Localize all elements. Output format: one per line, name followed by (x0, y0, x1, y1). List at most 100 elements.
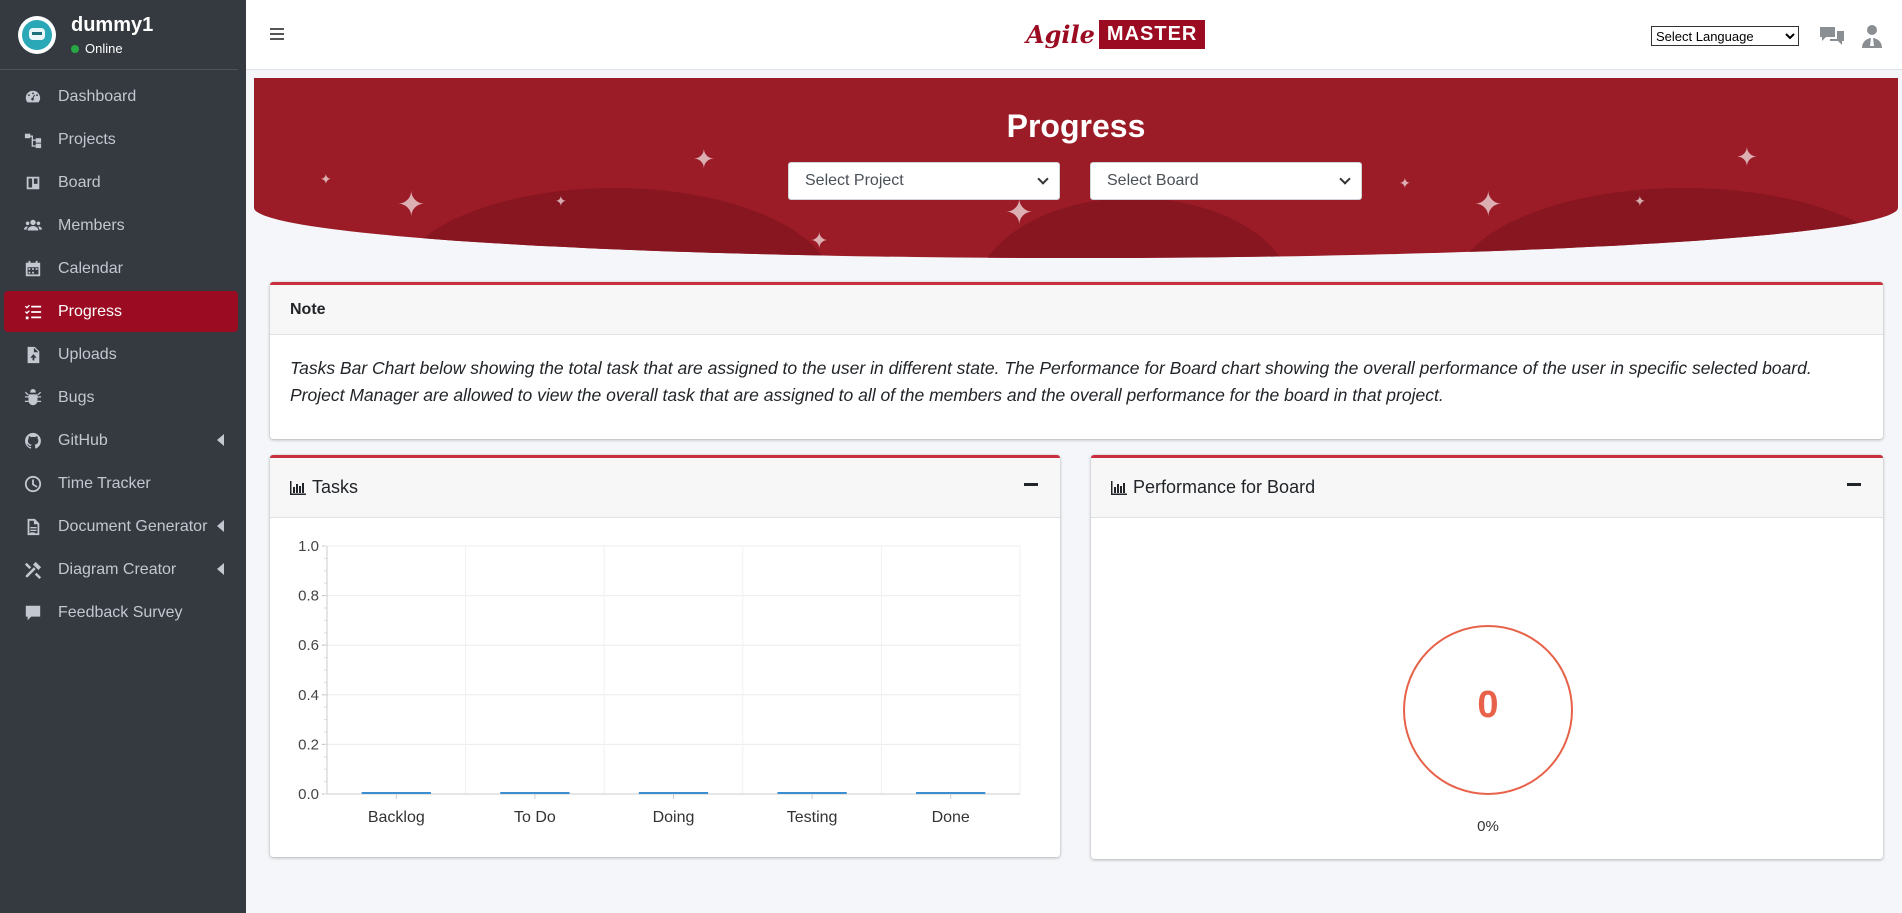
sidebar-item-progress[interactable]: Progress (4, 291, 238, 332)
performance-card: Performance for Board 0 0% (1091, 455, 1883, 859)
bar-testing (777, 792, 847, 794)
sidebar-item-members[interactable]: Members (4, 205, 238, 246)
y-tick-label: 0.4 (298, 687, 319, 704)
x-tick-label: Done (932, 809, 970, 826)
chevron-left-icon (217, 434, 224, 446)
menu-toggle-icon[interactable] (270, 28, 284, 40)
project-select[interactable]: Select Project (788, 162, 1060, 200)
chevron-down-icon (1339, 173, 1351, 185)
bar-to-do (500, 792, 570, 794)
chevron-left-icon (217, 563, 224, 575)
calendar-icon (22, 260, 44, 278)
tasks-card-header: Tasks (270, 458, 1060, 518)
sidebar-item-uploads[interactable]: Uploads (4, 334, 238, 375)
sparkle-icon: ✦ (397, 186, 426, 224)
sidebar-item-calendar[interactable]: Calendar (4, 248, 238, 289)
bar-chart-icon (1111, 480, 1127, 495)
robot-avatar-icon (22, 19, 52, 50)
comment-icon (22, 604, 44, 622)
document-icon (22, 518, 44, 536)
sidebar-item-label: Diagram Creator (58, 560, 177, 578)
sidebar-item-label: GitHub (58, 431, 108, 449)
sidebar-item-board[interactable]: Board (4, 162, 238, 203)
bar-doing (638, 792, 709, 794)
sidebar-item-time-tracker[interactable]: Time Tracker (4, 463, 238, 504)
user-name[interactable]: dummy1 (71, 13, 153, 37)
gauge-value: 0 (1477, 684, 1499, 726)
tasks-card-title: Tasks (312, 477, 359, 497)
sidebar-item-label: Board (58, 173, 101, 191)
tasks-list-icon (22, 303, 44, 321)
bug-icon (22, 388, 44, 407)
banner-hill (1454, 188, 1898, 258)
online-dot-icon (71, 44, 79, 53)
clock-icon (22, 475, 44, 493)
x-tick-label: Testing (787, 809, 838, 826)
avatar (18, 15, 56, 54)
top-navbar: Agile MASTER Select Language (246, 0, 1902, 70)
sidebar-item-label: Progress (58, 302, 123, 320)
users-icon (22, 217, 44, 235)
github-icon (22, 432, 44, 450)
sidebar-item-document-generator[interactable]: Document Generator (4, 506, 238, 547)
logo-master: MASTER (1098, 20, 1206, 49)
sidebar-nav: Dashboard Projects Board Members Calenda… (0, 70, 246, 633)
tasks-bar-chart: 0.0 0.2 0.4 0.6 0.8 1.0 Backlog To Do Doing Testi… (298, 538, 1021, 826)
sidebar-item-github[interactable]: GitHub (4, 420, 238, 461)
sidebar-item-label: Dashboard (58, 87, 137, 105)
user-status: Online (71, 41, 153, 56)
sparkle-icon: ✦ (555, 193, 567, 209)
sidebar-item-diagram-creator[interactable]: Diagram Creator (4, 549, 238, 590)
sparkle-icon: ✦ (810, 228, 829, 253)
file-upload-icon (22, 346, 44, 364)
dashboard-icon (22, 88, 44, 106)
sidebar-item-label: Members (58, 216, 125, 234)
x-tick-label: To Do (514, 809, 556, 826)
gauge-percent: 0% (1477, 818, 1499, 835)
note-card-header: Note (270, 285, 1883, 335)
note-text: Tasks Bar Chart below showing the total … (290, 358, 1812, 405)
sidebar-item-label: Feedback Survey (58, 603, 183, 621)
y-tick-label: 0.2 (298, 736, 319, 753)
sidebar-item-label: Projects (58, 130, 116, 148)
chevron-down-icon (1037, 173, 1049, 185)
chat-icon[interactable] (1818, 24, 1846, 48)
page-title: Progress (1006, 108, 1146, 144)
tasks-card: Tasks 0.0 0.2 0.4 0.6 0.8 1.0 Backlog To Do Doin… (270, 455, 1060, 857)
sidebar-item-bugs[interactable]: Bugs (4, 377, 238, 418)
sidebar-item-label: Calendar (58, 259, 123, 277)
sidebar-item-projects[interactable]: Projects (4, 119, 238, 160)
y-tick-label: 0.0 (298, 786, 319, 803)
y-tick-label: 0.6 (298, 637, 319, 654)
user-profile-icon[interactable] (1858, 24, 1886, 48)
sparkle-icon: ✦ (1005, 194, 1034, 232)
y-tick-label: 1.0 (298, 538, 319, 555)
language-select[interactable]: Select Language (1651, 26, 1799, 46)
sidebar-item-feedback-survey[interactable]: Feedback Survey (4, 592, 238, 633)
sidebar-item-dashboard[interactable]: Dashboard (4, 76, 238, 117)
sidebar-item-label: Uploads (58, 345, 117, 363)
sparkle-icon: ✦ (1399, 175, 1411, 191)
performance-card-title: Performance for Board (1133, 477, 1316, 497)
board-select-label: Select Board (1107, 172, 1199, 189)
sitemap-icon (22, 131, 44, 149)
sparkle-icon: ✦ (1736, 142, 1758, 172)
board-icon (22, 174, 44, 192)
performance-card-header: Performance for Board (1091, 458, 1883, 518)
tools-icon (22, 561, 44, 579)
board-select[interactable]: Select Board (1090, 162, 1362, 200)
project-select-label: Select Project (805, 172, 904, 189)
app-logo[interactable]: Agile MASTER (1026, 20, 1206, 49)
note-card: Note Tasks Bar Chart below showing the t… (270, 282, 1883, 439)
x-tick-label: Backlog (368, 809, 425, 826)
user-panel[interactable]: dummy1 Online (0, 0, 238, 70)
collapse-button[interactable] (1847, 483, 1861, 486)
chevron-left-icon (217, 520, 224, 532)
sparkle-icon: ✦ (1634, 193, 1646, 209)
sidebar-item-label: Time Tracker (58, 474, 151, 492)
collapse-button[interactable] (1024, 483, 1038, 486)
y-tick-label: 0.8 (298, 588, 319, 605)
banner-hill (394, 188, 834, 258)
bar-chart-icon (290, 480, 306, 495)
sidebar-item-label: Bugs (58, 388, 95, 406)
